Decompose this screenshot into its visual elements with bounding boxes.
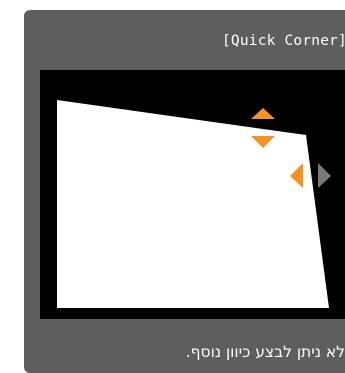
quick-corner-window: [Quick Corner] לא ניתן לבצע כיוון נוסף. bbox=[24, 10, 345, 373]
projection-preview bbox=[40, 70, 345, 319]
projected-image-shape bbox=[57, 100, 329, 308]
status-message: לא ניתן לבצע כיוון נוסף. bbox=[185, 343, 345, 361]
preview-canvas bbox=[57, 100, 331, 308]
triangle-right-icon bbox=[318, 163, 331, 188]
triangle-up-icon[interactable] bbox=[251, 108, 275, 119]
osd-title: [Quick Corner] bbox=[221, 33, 345, 49]
